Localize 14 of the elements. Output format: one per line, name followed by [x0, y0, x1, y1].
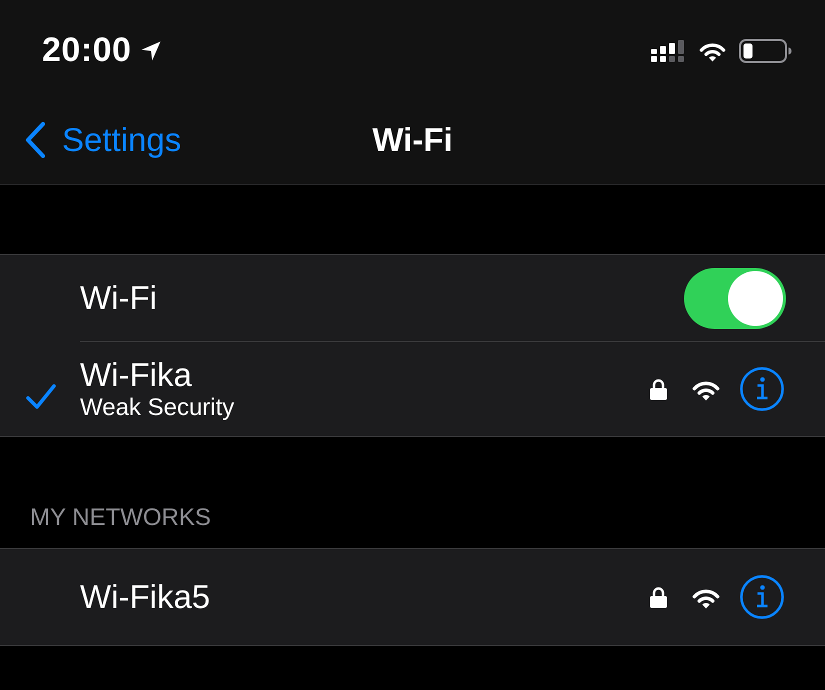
status-time: 20:00: [42, 31, 132, 70]
chevron-left-icon: [23, 120, 47, 158]
info-icon[interactable]: [740, 367, 784, 411]
battery-icon: [739, 38, 792, 62]
cellular-signal-icon: [651, 40, 685, 62]
location-arrow-icon: [141, 41, 162, 61]
page-title: Wi-Fi: [372, 120, 453, 158]
info-icon[interactable]: [740, 575, 784, 619]
wifi-label: Wi-Fi: [80, 279, 157, 317]
network-name[interactable]: Wi-Fika5: [80, 578, 210, 616]
network-name[interactable]: Wi-Fika: [80, 356, 192, 394]
section-header: MY NETWORKS: [30, 504, 211, 532]
back-button[interactable]: Settings: [23, 120, 182, 158]
security-warning: Weak Security: [80, 394, 234, 422]
